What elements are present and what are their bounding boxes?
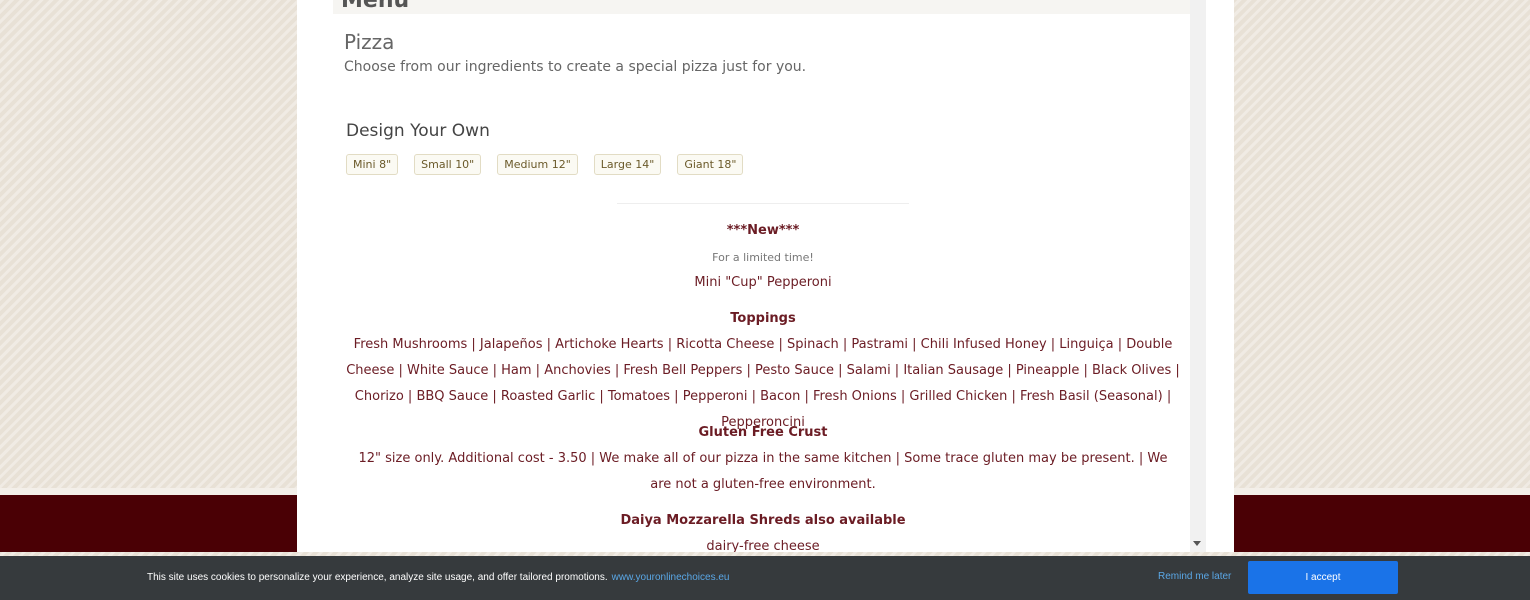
menu-scroll-frame[interactable]: Menu Pizza Choose from our ingredients t… <box>333 0 1206 552</box>
cookie-message-text: This site uses cookies to personalize yo… <box>147 572 608 583</box>
size-mini-button[interactable]: Mini 8" <box>346 154 399 175</box>
design-your-own-title: Design Your Own <box>346 121 490 141</box>
size-small-button[interactable]: Small 10" <box>414 154 482 175</box>
size-options: Mini 8" Small 10" Medium 12" Large 14" G… <box>346 154 759 175</box>
size-large-button[interactable]: Large 14" <box>593 154 662 175</box>
gluten-heading: Gluten Free Crust <box>698 425 828 440</box>
daiya-heading: Daiya Mozzarella Shreds also available <box>620 513 906 528</box>
new-heading: ***New*** <box>726 223 800 238</box>
pizza-title: Pizza <box>344 30 395 54</box>
section-divider <box>617 203 909 204</box>
daiya-text: dairy-free cheese <box>706 539 820 552</box>
scrollbar[interactable] <box>1190 0 1206 552</box>
cookie-banner: This site uses cookies to personalize yo… <box>0 556 1530 600</box>
content-panel: Menu Pizza Choose from our ingredients t… <box>297 0 1234 552</box>
menu-header: Menu <box>333 0 1190 14</box>
accept-button[interactable]: I accept <box>1248 561 1398 594</box>
pizza-subtitle: Choose from our ingredients to create a … <box>344 59 807 75</box>
new-item-name: Mini "Cup" Pepperoni <box>694 275 832 290</box>
scroll-down-icon[interactable] <box>1193 541 1201 546</box>
menu-heading: Menu <box>341 0 410 13</box>
cookie-message: This site uses cookies to personalize yo… <box>147 572 729 583</box>
toppings-heading: Toppings <box>730 311 796 326</box>
cookie-link[interactable]: www.youronlinechoices.eu <box>612 572 730 583</box>
new-note: For a limited time! <box>712 251 814 264</box>
size-medium-button[interactable]: Medium 12" <box>497 154 578 175</box>
gluten-text: 12" size only. Additional cost - 3.50 | … <box>358 451 1168 492</box>
size-giant-button[interactable]: Giant 18" <box>677 154 744 175</box>
remind-later-link[interactable]: Remind me later <box>1158 571 1231 582</box>
